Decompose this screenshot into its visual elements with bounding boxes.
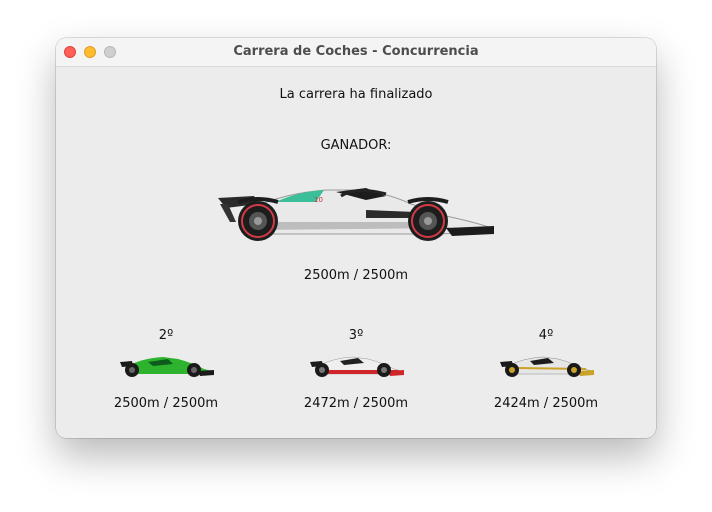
place-third: 3º 2472m / 2500m [276,328,436,428]
f1-car-red-white-icon [310,356,404,377]
place-distance: 2500m / 2500m [113,396,219,411]
place-position: 3º [348,328,364,343]
winner-distance: 2500m / 2500m [303,268,409,283]
winner-label: GANADOR: [320,138,392,153]
place-fourth: 4º 2424m / 2500m [466,328,626,428]
race-status-label: La carrera ha finalizado [279,87,433,102]
place-second: 2º 2500m / 2500m [86,328,246,428]
place-position: 2º [158,328,174,343]
f1-car-white-teal-icon: 10 [218,188,494,241]
race-panel: La carrera ha finalizado GANADOR: 10 250… [56,67,656,438]
title-bar[interactable]: Carrera de Coches - Concurrencia [56,38,656,67]
place-distance: 2424m / 2500m [493,396,599,411]
place-position: 4º [538,328,554,343]
f1-car-green-icon [120,357,214,377]
place-distance: 2472m / 2500m [303,396,409,411]
svg-text:10: 10 [314,196,323,204]
window-title: Carrera de Coches - Concurrencia [233,44,479,59]
f1-car-white-gold-icon [500,356,594,377]
app-window: Carrera de Coches - Concurrencia La carr… [56,38,656,438]
